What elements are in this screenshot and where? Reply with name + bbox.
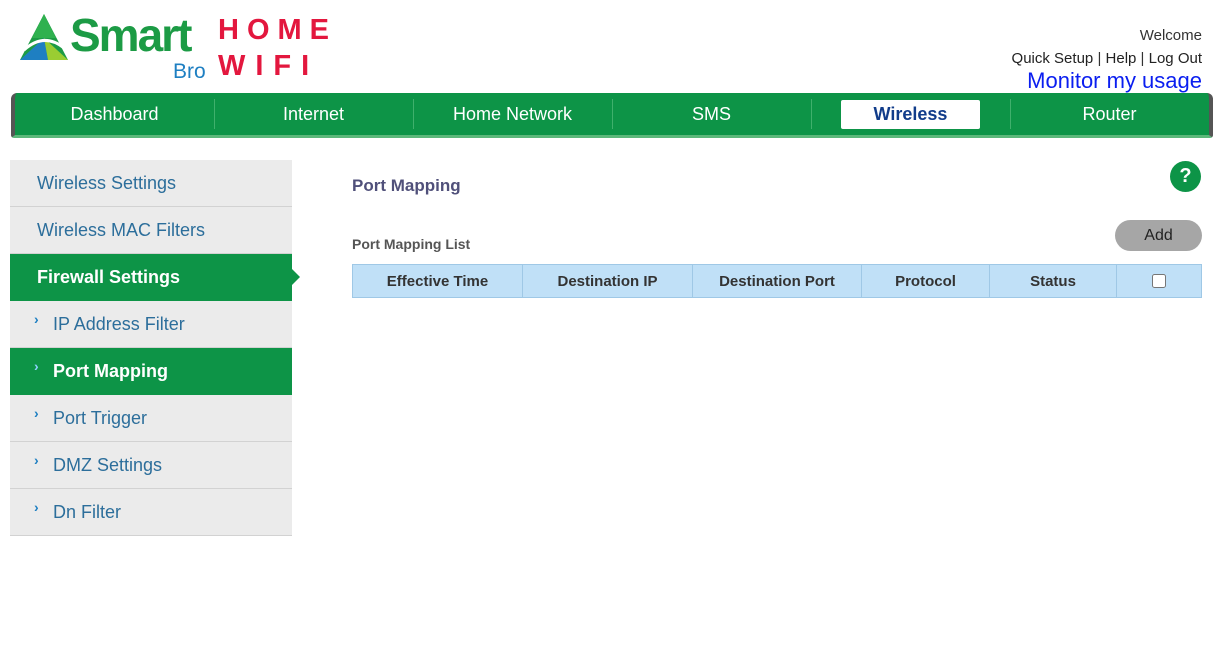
sidebar-item-port-mapping[interactable]: › Port Mapping	[10, 348, 292, 395]
select-all-cell	[1117, 265, 1201, 297]
sidebar-item-label: Port Mapping	[53, 360, 168, 381]
sidebar-item-label: DMZ Settings	[53, 454, 163, 475]
product-line-1: HOME	[218, 14, 337, 46]
sidebar-item-port-trigger[interactable]: › Port Trigger	[10, 395, 292, 442]
chevron-right-icon: ›	[34, 499, 39, 515]
nav-label: Internet	[282, 103, 345, 124]
sidebar-item-dmz-settings[interactable]: › DMZ Settings	[10, 442, 292, 489]
sidebar-item-wireless-settings[interactable]: Wireless Settings	[10, 160, 292, 207]
column-header-destination-ip: Destination IP	[523, 265, 693, 297]
list-title: Port Mapping List	[352, 236, 471, 252]
sidebar-item-label: Dn Filter	[53, 501, 122, 522]
column-header-status: Status	[990, 265, 1117, 297]
chevron-right-icon: ›	[34, 405, 39, 421]
smart-bro-home-wifi-logo: Smart Bro HOME WIFI	[18, 8, 338, 88]
sidebar-item-dn-filter[interactable]: › Dn Filter	[10, 489, 292, 536]
chevron-right-icon: ›	[34, 452, 39, 468]
help-icon[interactable]: ?	[1170, 161, 1201, 192]
smart-logo-icon	[20, 14, 68, 60]
nav-internet[interactable]: Internet	[214, 93, 413, 135]
sidebar-item-label: Wireless Settings	[37, 172, 177, 193]
add-button[interactable]: Add	[1115, 220, 1202, 251]
page-title: Port Mapping	[352, 176, 461, 195]
column-header-protocol: Protocol	[862, 265, 990, 297]
sidebar-item-label: IP Address Filter	[53, 313, 185, 334]
welcome-text: Welcome	[1139, 27, 1202, 44]
sidebar-item-label: Wireless MAC Filters	[37, 219, 206, 240]
select-all-checkbox[interactable]	[1152, 274, 1166, 288]
main-nav: Dashboard Internet Home Network SMS Wire…	[11, 93, 1213, 138]
help-link[interactable]: Help	[1106, 50, 1137, 67]
product-line-2: WIFI	[218, 50, 320, 82]
nav-label: SMS	[691, 103, 731, 124]
link-separator: |	[1097, 50, 1102, 67]
quick-setup-link[interactable]: Quick Setup	[1012, 50, 1094, 67]
sidebar-item-label: Port Trigger	[53, 407, 148, 428]
nav-sms[interactable]: SMS	[612, 93, 811, 135]
link-separator: |	[1140, 50, 1145, 67]
nav-label: Router	[1082, 103, 1137, 124]
column-header-effective-time: Effective Time	[353, 265, 523, 297]
sidebar-item-firewall-settings[interactable]: Firewall Settings	[10, 254, 300, 301]
nav-label: Home Network	[452, 103, 573, 124]
chevron-right-icon: ›	[34, 311, 39, 327]
brand-sub: Bro	[173, 60, 206, 83]
nav-label: Dashboard	[70, 103, 159, 124]
sidebar-item-label: Firewall Settings	[37, 266, 181, 287]
column-header-destination-port: Destination Port	[693, 265, 862, 297]
sidebar-item-ip-address-filter[interactable]: › IP Address Filter	[10, 301, 292, 348]
nav-dashboard[interactable]: Dashboard	[15, 93, 214, 135]
sidebar-item-wireless-mac-filters[interactable]: Wireless MAC Filters	[10, 207, 292, 254]
brand-name: Smart	[70, 9, 192, 61]
port-mapping-table-header: Effective Time Destination IP Destinatio…	[352, 264, 1202, 298]
chevron-right-icon: ›	[34, 358, 39, 374]
header-user-area: Welcome Quick Setup | Help | Log Out Mon…	[1012, 27, 1202, 94]
nav-router[interactable]: Router	[1010, 93, 1209, 135]
logout-link[interactable]: Log Out	[1149, 50, 1202, 67]
sidebar: Wireless Settings Wireless MAC Filters F…	[10, 160, 300, 536]
nav-home-network[interactable]: Home Network	[413, 93, 612, 135]
monitor-usage-link[interactable]: Monitor my usage	[1012, 68, 1202, 94]
nav-label: Wireless	[840, 99, 981, 129]
nav-wireless[interactable]: Wireless	[811, 93, 1010, 135]
header-links: Quick Setup | Help | Log Out	[1012, 50, 1202, 68]
